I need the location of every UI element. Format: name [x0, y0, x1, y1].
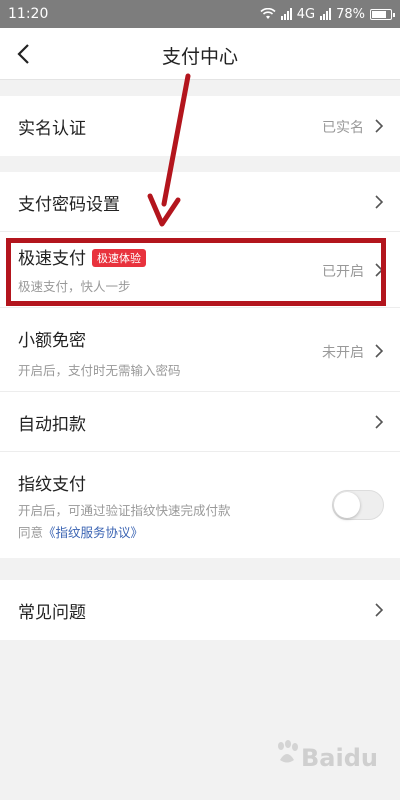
chevron-right-icon — [375, 344, 384, 358]
fingerprint-title: 指纹支付 — [18, 475, 86, 495]
back-arrow-icon — [17, 44, 29, 64]
group-help: 常见问题 — [0, 580, 400, 640]
small-amount-subtitle: 开启后，支付时无需输入密码 — [18, 363, 181, 378]
battery-icon — [370, 8, 395, 20]
chevron-right-icon — [375, 263, 384, 277]
real-name-title: 实名认证 — [18, 119, 86, 139]
status-icons: 4G 78% — [260, 6, 395, 22]
fingerprint-subtitle: 开启后，可通过验证指纹快速完成付款 — [18, 503, 231, 518]
group-payment-settings: 支付密码设置 极速支付 极速体验 极速支付，快人一步 已开启 小额免密 开启后，支… — [0, 172, 400, 558]
pay-password-row[interactable]: 支付密码设置 — [0, 172, 400, 232]
signal-icon-2 — [320, 8, 332, 20]
watermark-text: Baidu — [301, 744, 378, 772]
chevron-right-icon — [375, 195, 384, 209]
chevron-right-icon — [375, 119, 384, 133]
faq-row[interactable]: 常见问题 — [0, 580, 400, 640]
small-amount-value: 未开启 — [322, 345, 364, 361]
group-identity: 实名认证 已实名 — [0, 96, 400, 156]
auto-deduct-row[interactable]: 自动扣款 — [0, 392, 400, 452]
back-button[interactable] — [10, 38, 42, 70]
express-pay-value: 已开启 — [322, 264, 364, 280]
toggle-knob — [334, 492, 360, 518]
page-title: 支付中心 — [161, 46, 238, 68]
baidu-watermark: Baidu — [258, 726, 378, 772]
agree-prefix: 同意 — [18, 525, 44, 540]
battery-level: 78% — [336, 6, 365, 22]
paw-logo-icon — [278, 740, 298, 763]
network-type: 4G — [296, 6, 316, 22]
fingerprint-toggle[interactable] — [332, 490, 384, 520]
real-name-row[interactable]: 实名认证 已实名 — [0, 96, 400, 156]
pay-password-title: 支付密码设置 — [18, 195, 120, 215]
status-bar: 11:20 4G 78% — [0, 0, 400, 28]
chevron-right-icon — [375, 603, 384, 617]
express-pay-title-text: 极速支付 — [18, 249, 86, 269]
fingerprint-agreement-link[interactable]: 《指纹服务协议》 — [43, 525, 143, 540]
small-amount-title: 小额免密 — [18, 331, 86, 351]
express-pay-row[interactable]: 极速支付 极速体验 极速支付，快人一步 已开启 — [0, 232, 400, 308]
small-amount-row[interactable]: 小额免密 开启后，支付时无需输入密码 未开启 — [0, 308, 400, 392]
fingerprint-agreement: 同意《指纹服务协议》 — [18, 522, 143, 541]
express-experience-badge: 极速体验 — [92, 249, 146, 267]
faq-title: 常见问题 — [18, 603, 86, 623]
real-name-value: 已实名 — [322, 120, 364, 136]
express-pay-title: 极速支付 极速体验 — [18, 244, 146, 269]
fingerprint-row: 指纹支付 开启后，可通过验证指纹快速完成付款 同意《指纹服务协议》 — [0, 452, 400, 558]
status-time: 11:20 — [8, 6, 49, 22]
wifi-icon — [260, 8, 276, 19]
chevron-right-icon — [375, 415, 384, 429]
signal-icon — [280, 8, 292, 20]
express-pay-subtitle: 极速支付，快人一步 — [18, 279, 131, 294]
auto-deduct-title: 自动扣款 — [18, 415, 86, 435]
nav-bar: 支付中心 — [0, 28, 400, 80]
